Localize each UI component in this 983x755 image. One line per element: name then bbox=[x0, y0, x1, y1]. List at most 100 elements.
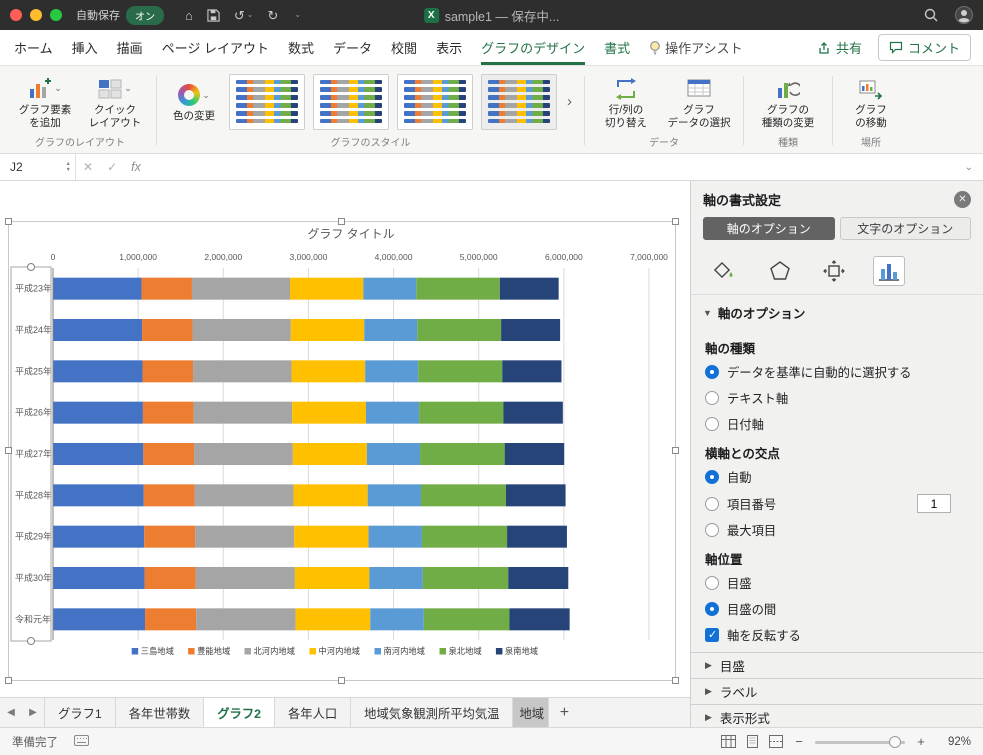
pane-tab-text-options[interactable]: 文字のオプション bbox=[839, 217, 971, 240]
search-icon[interactable] bbox=[924, 8, 938, 22]
tab-page-layout[interactable]: ページ レイアウト bbox=[162, 30, 269, 65]
switch-row-column-button[interactable]: 行/列の 切り替え bbox=[593, 74, 659, 129]
radio-between-tick-marks[interactable]: 目盛の間 bbox=[705, 600, 969, 618]
sheet-tab-households[interactable]: 各年世帯数 bbox=[116, 698, 205, 727]
comment-icon bbox=[889, 41, 903, 54]
chart-style-2[interactable] bbox=[313, 73, 389, 130]
svg-text:平成29年: 平成29年 bbox=[15, 531, 52, 542]
svg-text:豊能地域: 豊能地域 bbox=[197, 646, 230, 656]
worksheet-area[interactable]: グラフ タイトル 0 1,000,000 2,000,000 3,000,000 4,00… bbox=[0, 181, 690, 697]
checkbox-reverse-axis[interactable]: 軸を反転する bbox=[705, 626, 969, 644]
chart-style-3[interactable] bbox=[397, 73, 473, 130]
comments-button[interactable]: コメント bbox=[877, 34, 971, 61]
sheet-tab-graph1[interactable]: グラフ1 bbox=[44, 698, 116, 727]
fullscreen-window-button[interactable] bbox=[50, 9, 62, 21]
zoom-slider-thumb[interactable] bbox=[889, 735, 901, 748]
home-icon[interactable]: ⌂ bbox=[185, 9, 193, 22]
radio-cross-max-category[interactable]: 最大項目 bbox=[705, 521, 969, 539]
sheet-tab-region[interactable]: 地域 bbox=[513, 698, 550, 727]
tab-review[interactable]: 校閲 bbox=[391, 30, 417, 65]
chart-resize-handle[interactable] bbox=[5, 677, 12, 684]
zoom-slider[interactable] bbox=[815, 735, 905, 749]
axis-options-section-header[interactable]: ▼ 軸のオプション bbox=[691, 294, 983, 328]
autosave-toggle[interactable]: オン bbox=[126, 5, 164, 25]
pane-tab-axis-options[interactable]: 軸のオプション bbox=[703, 217, 835, 240]
radio-auto-select-axis[interactable]: データを基準に自動的に選択する bbox=[705, 363, 969, 381]
tab-chart-design[interactable]: グラフのデザイン bbox=[481, 30, 586, 65]
tab-format[interactable]: 書式 bbox=[604, 30, 630, 65]
chart-resize-handle[interactable] bbox=[338, 218, 345, 225]
chart-resize-handle[interactable] bbox=[5, 218, 12, 225]
redo-icon[interactable]: ↻ bbox=[267, 9, 278, 22]
name-box-stepper[interactable]: ▲ ▼ bbox=[66, 161, 71, 173]
select-data-button[interactable]: グラフ データの選択 bbox=[663, 74, 735, 129]
toolbar-customize-chevron-icon[interactable]: ⌄ bbox=[292, 11, 301, 19]
sheet-tab-avg-temperature[interactable]: 地域気象観測所平均気温 bbox=[351, 698, 514, 727]
category-number-input[interactable] bbox=[917, 494, 951, 513]
zoom-out-button[interactable]: − bbox=[793, 734, 805, 749]
move-chart-button[interactable]: グラフ の移動 bbox=[841, 74, 901, 129]
add-sheet-button[interactable]: + bbox=[549, 698, 579, 727]
fill-line-icon[interactable] bbox=[709, 256, 741, 286]
tab-formulas[interactable]: 数式 bbox=[288, 30, 314, 65]
chart-style-4[interactable] bbox=[481, 73, 557, 130]
chart-style-1[interactable] bbox=[229, 73, 305, 130]
quick-layout-button[interactable]: ⌄ クイック レイアウト bbox=[82, 74, 148, 129]
tab-data[interactable]: データ bbox=[333, 30, 372, 65]
tell-me-button[interactable]: 操作アシスト bbox=[649, 30, 743, 65]
close-window-button[interactable] bbox=[10, 9, 22, 21]
chart-resize-handle[interactable] bbox=[5, 447, 12, 454]
add-chart-element-button[interactable]: ⌄ グラフ要素 を追加 bbox=[12, 74, 78, 129]
axis-options-icon[interactable] bbox=[873, 256, 905, 286]
document-title: X sample1 — 保存中... bbox=[423, 6, 559, 25]
tab-insert[interactable]: 挿入 bbox=[72, 30, 98, 65]
radio-cross-auto[interactable]: 自動 bbox=[705, 468, 969, 486]
sheet-nav-left-icon[interactable]: ◀ bbox=[0, 698, 22, 727]
radio-icon bbox=[705, 576, 719, 590]
name-box[interactable]: J2 ▲ ▼ bbox=[0, 154, 76, 180]
zoom-in-button[interactable]: + bbox=[915, 734, 927, 749]
cancel-icon[interactable]: ✕ bbox=[83, 160, 93, 174]
chart-object[interactable]: グラフ タイトル 0 1,000,000 2,000,000 3,000,000 4,00… bbox=[5, 218, 679, 684]
section-tick-marks[interactable]: ▶ 目盛 bbox=[691, 652, 983, 678]
account-avatar[interactable] bbox=[955, 6, 973, 24]
effects-icon[interactable] bbox=[765, 256, 795, 286]
keyboard-icon[interactable] bbox=[74, 733, 89, 751]
tab-home[interactable]: ホーム bbox=[14, 30, 53, 65]
insert-function-icon[interactable]: fx bbox=[131, 160, 141, 174]
normal-view-icon[interactable] bbox=[721, 735, 736, 748]
enter-icon[interactable]: ✓ bbox=[107, 160, 117, 174]
sheet-nav-right-icon[interactable]: ▶ bbox=[22, 698, 44, 727]
section-labels[interactable]: ▶ ラベル bbox=[691, 678, 983, 704]
change-colors-button[interactable]: ⌄ 色の変更 bbox=[165, 80, 223, 123]
radio-cross-category-number[interactable]: 項目番号 bbox=[705, 494, 969, 513]
chart-resize-handle[interactable] bbox=[672, 677, 679, 684]
sheet-tab-graph2[interactable]: グラフ2 bbox=[204, 698, 275, 727]
dropdown-chevron-icon: ⌄ bbox=[202, 89, 210, 100]
share-button[interactable]: 共有 bbox=[817, 38, 862, 57]
zoom-percentage[interactable]: 92% bbox=[937, 736, 971, 748]
undo-chevron-icon[interactable]: ⌄ bbox=[247, 11, 254, 19]
close-pane-button[interactable]: ✕ bbox=[954, 191, 971, 208]
formula-bar-expand-chevron-icon[interactable]: ⌄ bbox=[955, 162, 983, 173]
formula-input[interactable] bbox=[148, 154, 955, 180]
save-icon[interactable] bbox=[207, 8, 220, 22]
page-break-view-icon[interactable] bbox=[769, 735, 783, 748]
size-properties-icon[interactable] bbox=[819, 256, 849, 286]
styles-scroll-icon[interactable]: › bbox=[563, 93, 576, 110]
page-layout-view-icon[interactable] bbox=[746, 735, 759, 748]
minimize-window-button[interactable] bbox=[30, 9, 42, 21]
radio-on-tick-marks[interactable]: 目盛 bbox=[705, 574, 969, 592]
chart-resize-handle[interactable] bbox=[338, 677, 345, 684]
tab-view[interactable]: 表示 bbox=[436, 30, 462, 65]
ribbon: ⌄ グラフ要素 を追加 ⌄ クイック レイアウト グラフのレイアウト ⌄ 色の変… bbox=[0, 66, 983, 154]
chart-resize-handle[interactable] bbox=[672, 218, 679, 225]
radio-date-axis[interactable]: 日付軸 bbox=[705, 415, 969, 433]
sheet-tab-population[interactable]: 各年人口 bbox=[275, 698, 352, 727]
change-chart-type-button[interactable]: グラフの 種類の変更 bbox=[752, 74, 824, 129]
undo-icon[interactable]: ↺ ⌄ bbox=[234, 9, 254, 22]
chart-resize-handle[interactable] bbox=[672, 447, 679, 454]
tab-draw[interactable]: 描画 bbox=[117, 30, 143, 65]
comments-label: コメント bbox=[907, 41, 960, 56]
radio-text-axis[interactable]: テキスト軸 bbox=[705, 389, 969, 407]
